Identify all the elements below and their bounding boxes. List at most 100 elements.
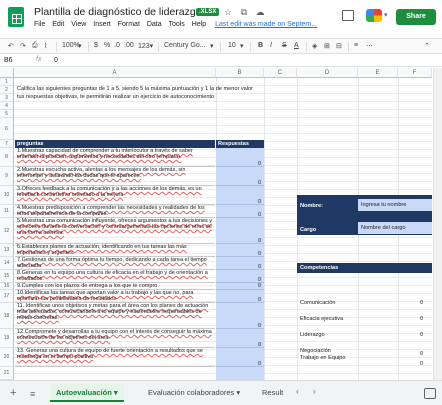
meet-icon[interactable] bbox=[366, 9, 382, 22]
menu-data[interactable]: Data bbox=[147, 21, 162, 28]
menu-tools[interactable]: Tools bbox=[168, 21, 184, 28]
sheet-tab-autoevaluacion[interactable]: Autoevaluación ▾ bbox=[50, 384, 124, 402]
zoom-caret-icon[interactable]: ▾ bbox=[78, 42, 82, 50]
response-cell[interactable]: 0 bbox=[216, 283, 264, 290]
menu-format[interactable]: Format bbox=[118, 21, 140, 28]
response-cell[interactable]: 0 bbox=[216, 167, 264, 186]
italic-button[interactable]: I bbox=[270, 42, 272, 49]
question-cell[interactable]: 8.Generas en tu equipo una cultura de ef… bbox=[15, 270, 215, 283]
question-cell[interactable]: 4.Muestras predisposición a comprender l… bbox=[15, 205, 215, 218]
row-header[interactable]: 8 bbox=[0, 148, 14, 167]
title-action-icons[interactable]: ☆ ⧉ ☁ bbox=[224, 7, 268, 18]
row-header[interactable]: 4 bbox=[0, 102, 14, 110]
row-header[interactable]: 1 bbox=[0, 78, 14, 86]
row-header[interactable]: 15 bbox=[0, 270, 14, 283]
vertical-scrollbar[interactable] bbox=[433, 68, 442, 380]
row-header[interactable]: 5 bbox=[0, 110, 14, 118]
meet-caret-icon[interactable]: ▾ bbox=[384, 11, 388, 19]
more-options-icon[interactable]: ⋯ bbox=[366, 42, 373, 50]
merge-cells-icon[interactable]: ⊟ bbox=[336, 42, 342, 50]
response-cell[interactable]: 0 bbox=[216, 348, 264, 367]
row-header[interactable]: 18 bbox=[0, 303, 14, 329]
all-sheets-icon[interactable]: ≡ bbox=[30, 389, 35, 399]
more-formats-button[interactable]: 123▾ bbox=[138, 42, 153, 50]
paint-format-icon[interactable]: ⌇ bbox=[44, 42, 47, 50]
response-cell[interactable]: 0 bbox=[216, 205, 264, 218]
column-header-d[interactable]: D bbox=[297, 68, 358, 78]
text-color-button[interactable]: A bbox=[294, 42, 299, 49]
row-header[interactable]: 6 bbox=[0, 118, 14, 140]
row-header[interactable]: 10 bbox=[0, 186, 14, 205]
comment-history-icon[interactable] bbox=[342, 10, 354, 21]
question-cell[interactable]: 12.Compromete y desarrollas a tu equipo … bbox=[15, 329, 215, 348]
question-cell[interactable]: 10.Identificas las tareas que aportan va… bbox=[15, 290, 215, 303]
column-header-e[interactable]: E bbox=[358, 68, 398, 78]
response-cell[interactable]: 0 bbox=[216, 303, 264, 329]
response-cell[interactable]: 0 bbox=[216, 290, 264, 303]
decrease-decimal-button[interactable]: .0 bbox=[114, 42, 120, 49]
response-cell[interactable]: 0 bbox=[216, 218, 264, 244]
currency-format-button[interactable]: $ bbox=[94, 42, 98, 49]
formula-input[interactable]: 0 bbox=[54, 57, 58, 64]
name-field[interactable]: Ingresa tu nombre bbox=[358, 199, 432, 211]
question-cell[interactable]: 7.Gestionas de una forma óptima tu tiemp… bbox=[15, 257, 215, 270]
response-cell[interactable]: 0 bbox=[216, 329, 264, 348]
sheet-nav-arrows-icon[interactable]: ‹ › bbox=[296, 387, 322, 396]
last-edit-link[interactable]: Last edit was made on Septem... bbox=[215, 21, 317, 28]
menu-help[interactable]: Help bbox=[192, 21, 206, 28]
question-cell[interactable]: 11. Identificas unos objetivos y metas p… bbox=[15, 303, 215, 329]
response-cell[interactable]: 0 bbox=[216, 148, 264, 167]
question-cell[interactable]: 9.Cumples con los plazos de entrega a lo… bbox=[15, 283, 215, 290]
column-header-f[interactable]: F bbox=[398, 68, 432, 78]
row-header[interactable]: 2 bbox=[0, 86, 14, 94]
question-cell[interactable]: 3.Ofreces feedback a la comunicación y a… bbox=[15, 186, 215, 205]
name-box[interactable]: B6 bbox=[4, 57, 13, 64]
share-button[interactable]: Share bbox=[396, 9, 436, 25]
sheet-tab-resultados[interactable]: Result bbox=[256, 384, 289, 402]
collapse-toolbar-icon[interactable]: ⌃ bbox=[424, 42, 430, 50]
borders-icon[interactable]: ⊞ bbox=[324, 42, 330, 50]
font-size-caret-icon[interactable]: ▾ bbox=[240, 42, 244, 50]
undo-icon[interactable]: ↶ bbox=[8, 42, 14, 50]
menu-edit[interactable]: Edit bbox=[52, 21, 64, 28]
response-cell[interactable]: 0 bbox=[216, 186, 264, 205]
question-cell[interactable]: 6.Estableces planes de actuación, identi… bbox=[15, 244, 215, 257]
fill-color-icon[interactable]: ◈ bbox=[312, 42, 317, 50]
question-cell[interactable]: 1.Muestras capacidad de comprender a tu … bbox=[15, 148, 215, 167]
row-header[interactable]: 17 bbox=[0, 290, 14, 303]
row-header[interactable]: 12 bbox=[0, 218, 14, 244]
select-all-corner[interactable] bbox=[0, 68, 14, 78]
row-header[interactable]: 9 bbox=[0, 167, 14, 186]
row-header[interactable]: 20 bbox=[0, 348, 14, 367]
column-header-a[interactable]: A bbox=[14, 68, 216, 78]
row-header[interactable]: 7 bbox=[0, 140, 14, 148]
row-header[interactable]: 14 bbox=[0, 257, 14, 270]
print-icon[interactable]: ⎙ bbox=[32, 42, 38, 50]
font-caret-icon[interactable]: ▾ bbox=[210, 42, 214, 50]
menu-file[interactable]: File bbox=[34, 21, 45, 28]
question-cell[interactable]: 2.Muestras escucha activa, alentas a los… bbox=[15, 167, 215, 186]
spreadsheet-grid[interactable]: A B C D E F 1 2 3 4 5 6 7 8 9 10 11 12 1… bbox=[0, 68, 432, 380]
redo-icon[interactable]: ↷ bbox=[20, 42, 26, 50]
row-header[interactable]: 11 bbox=[0, 205, 14, 218]
strikethrough-button[interactable]: S bbox=[282, 42, 287, 49]
row-header[interactable]: 21 bbox=[0, 367, 14, 380]
add-sheet-icon[interactable]: + bbox=[10, 387, 16, 399]
font-select[interactable]: Century Go... bbox=[164, 42, 206, 49]
response-cell[interactable]: 0 bbox=[216, 244, 264, 257]
role-field[interactable]: Nombre del cargo bbox=[358, 222, 432, 234]
explore-icon[interactable] bbox=[424, 388, 436, 399]
row-header[interactable]: 13 bbox=[0, 244, 14, 257]
question-cell[interactable]: 5.Muestras una comunicación influyente, … bbox=[15, 218, 215, 244]
document-title[interactable]: Plantilla de diagnóstico de liderazgo bbox=[34, 6, 202, 18]
response-cell[interactable]: 0 bbox=[216, 257, 264, 270]
bold-button[interactable]: B bbox=[258, 42, 263, 49]
question-cell[interactable]: 13. Generas una cultura de equipo de fue… bbox=[15, 348, 215, 367]
menu-insert[interactable]: Insert bbox=[93, 21, 111, 28]
align-icon[interactable]: ≡ bbox=[354, 42, 358, 49]
row-header[interactable]: 16 bbox=[0, 283, 14, 290]
increase-decimal-button[interactable]: .00 bbox=[124, 42, 134, 49]
percent-format-button[interactable]: % bbox=[104, 42, 110, 49]
column-header-c[interactable]: C bbox=[264, 68, 297, 78]
menu-view[interactable]: View bbox=[71, 21, 86, 28]
